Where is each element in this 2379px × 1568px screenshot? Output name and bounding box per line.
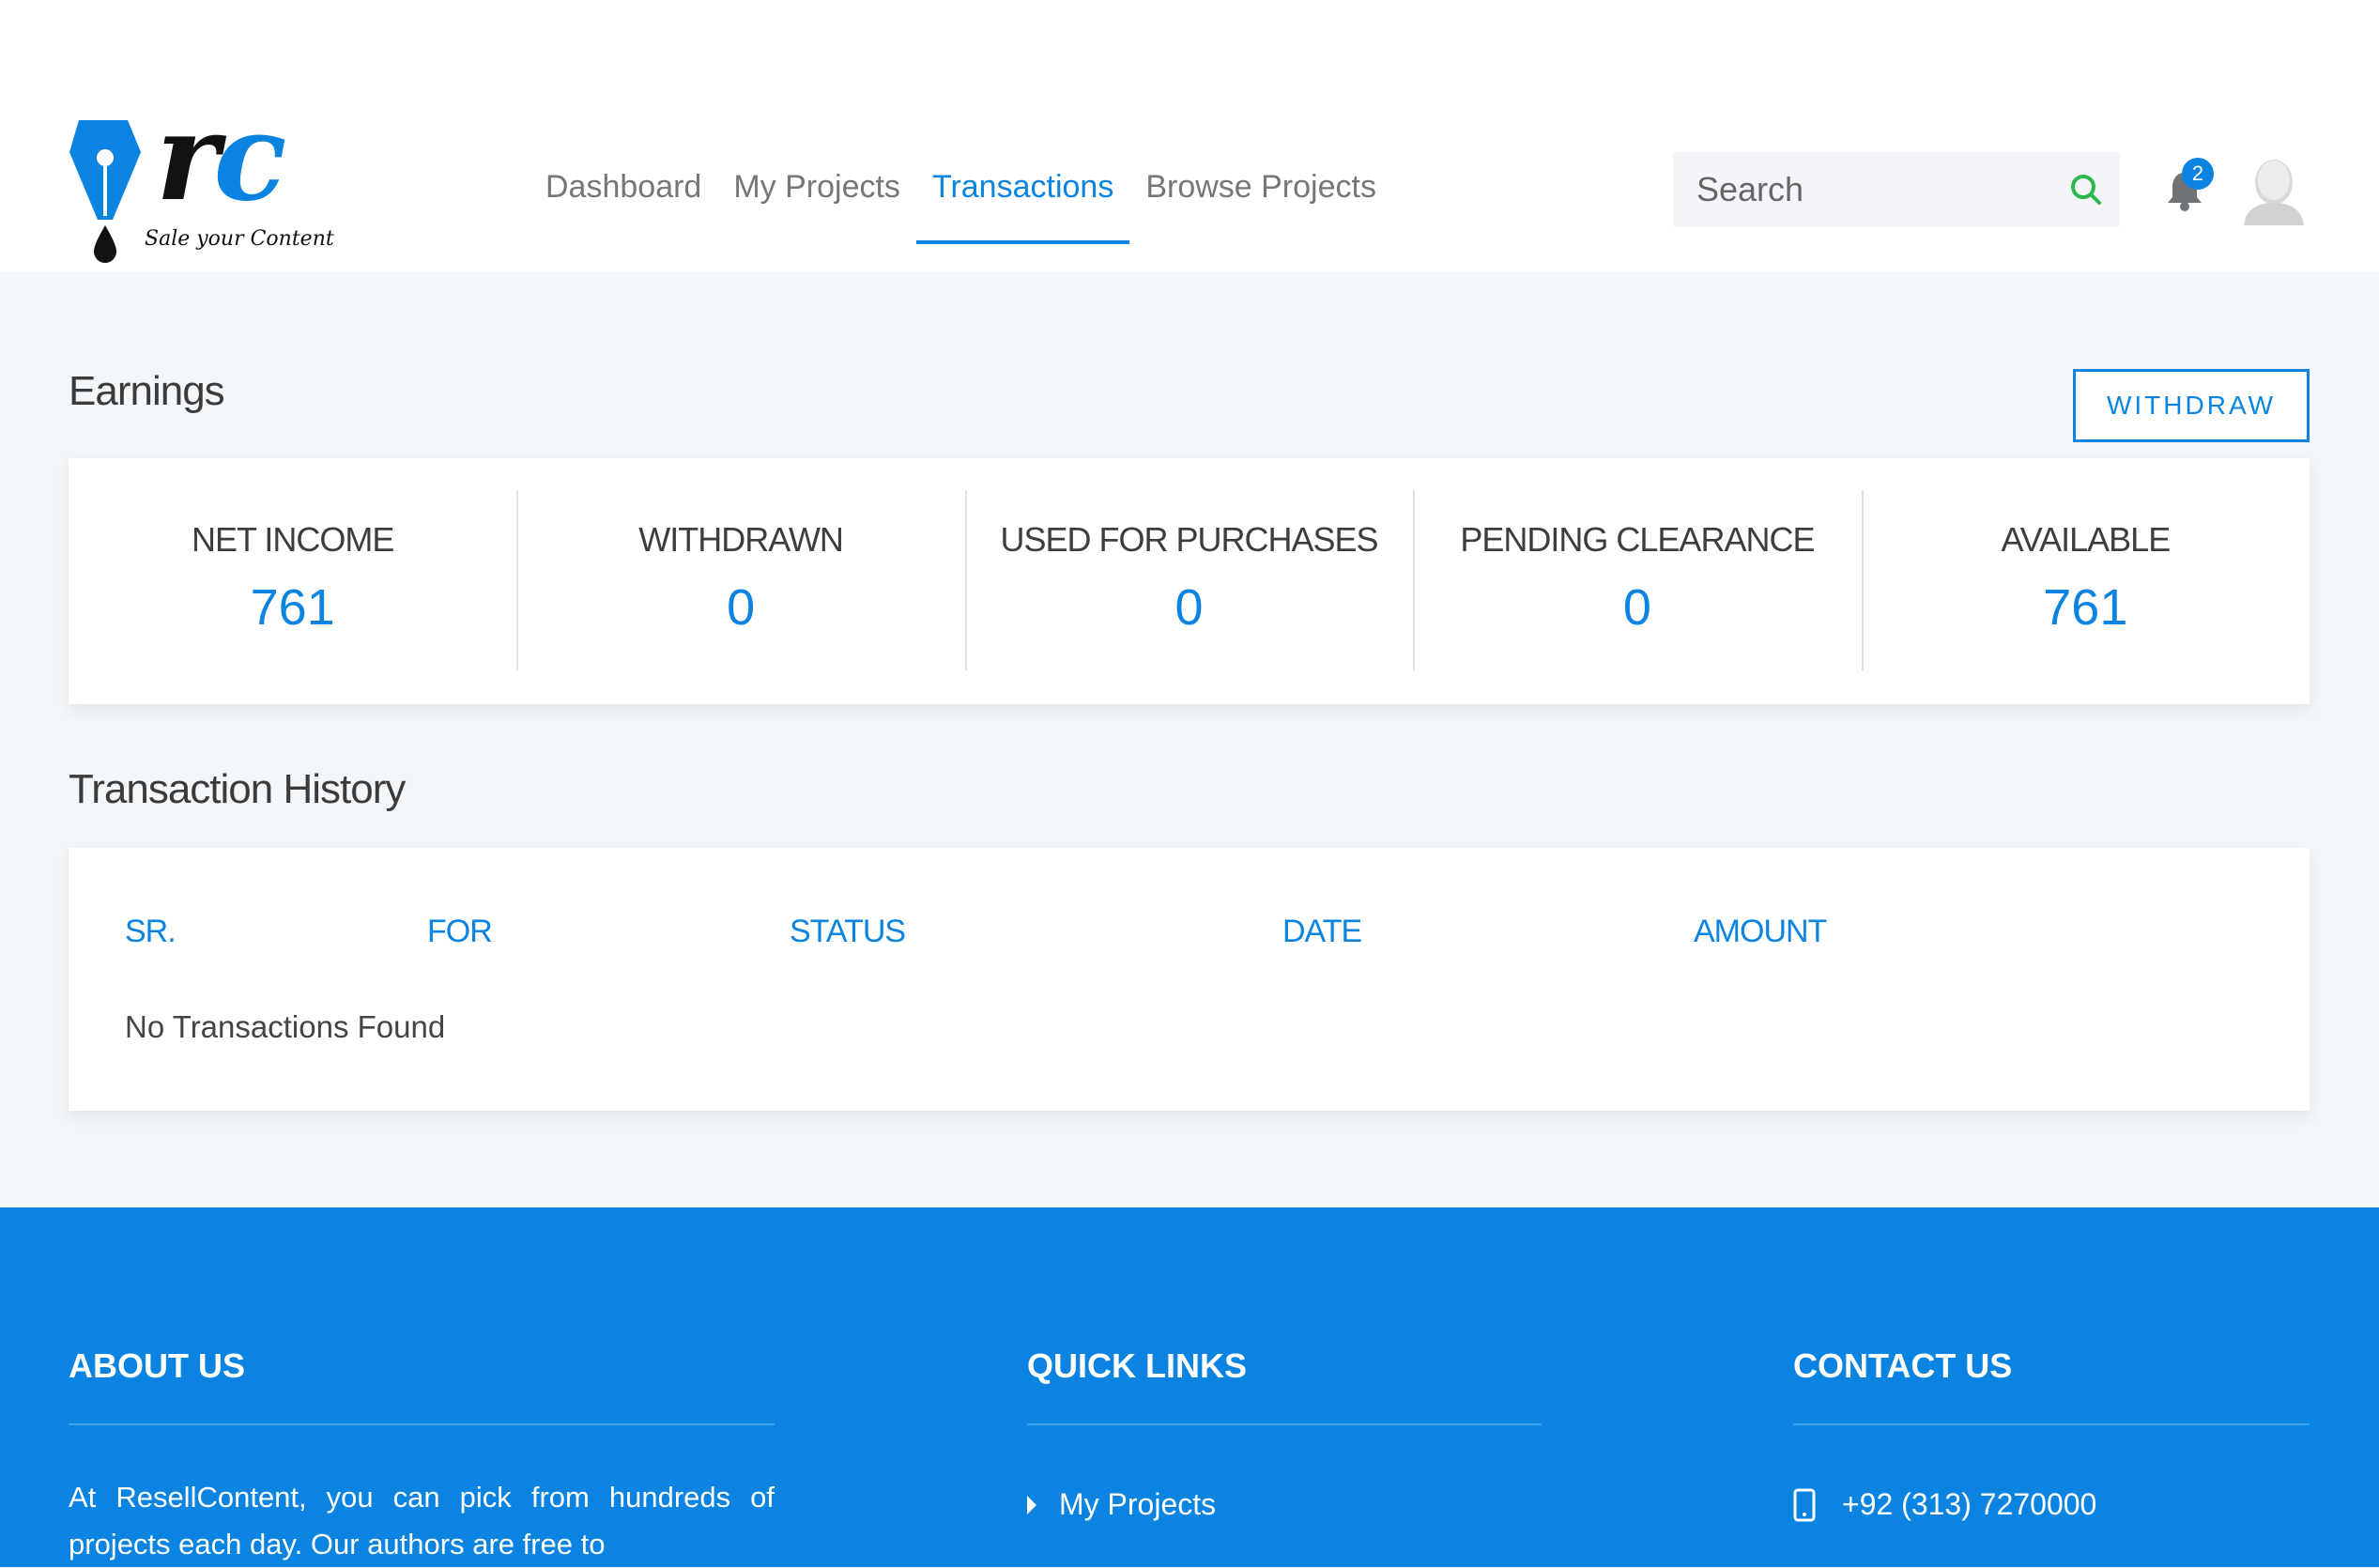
footer-divider: [1027, 1423, 1542, 1425]
footer-divider: [1793, 1423, 2310, 1425]
transaction-table: SR. FOR STATUS DATE AMOUNT No Transactio…: [69, 848, 2310, 1111]
stat-value: 0: [727, 579, 756, 636]
footer-phone[interactable]: +92 (313) 7270000: [1793, 1487, 2310, 1522]
footer-divider: [69, 1423, 775, 1425]
footer-link-my-projects[interactable]: My Projects: [1027, 1487, 1542, 1522]
stat-net-income: NET INCOME 761: [69, 458, 516, 704]
nav-transactions[interactable]: Transactions: [915, 150, 1130, 244]
column-header-for[interactable]: FOR: [427, 914, 493, 950]
stat-value: 761: [250, 579, 335, 636]
top-header: rc Sale your Content Dashboard My Projec…: [0, 0, 2379, 272]
stat-label: PENDING CLEARANCE: [1460, 520, 1815, 559]
footer-about: ABOUT US At ResellContent, you can pick …: [69, 1346, 775, 1568]
stat-pending-clearance: PENDING CLEARANCE 0: [1413, 458, 1861, 704]
logo-tagline: Sale your Content: [145, 227, 334, 251]
column-header-date[interactable]: DATE: [1282, 914, 1362, 950]
stat-used-for-purchases: USED FOR PURCHASES 0: [964, 458, 1413, 704]
nav-dashboard[interactable]: Dashboard: [530, 150, 717, 244]
nav-my-projects[interactable]: My Projects: [717, 150, 916, 244]
empty-state-text: No Transactions Found: [125, 1009, 446, 1044]
main-nav: Dashboard My Projects Transactions Brows…: [530, 150, 1392, 244]
site-logo[interactable]: rc Sale your Content: [69, 98, 334, 265]
search-box: [1673, 152, 2120, 227]
pen-nib-icon: [69, 120, 141, 263]
stat-label: USED FOR PURCHASES: [1000, 520, 1378, 559]
stat-withdrawn: WITHDRAWN 0: [516, 458, 964, 704]
stat-value: 0: [1622, 579, 1651, 636]
earnings-summary-card: NET INCOME 761 WITHDRAWN 0 USED FOR PURC…: [69, 458, 2310, 704]
site-footer: ABOUT US At ResellContent, you can pick …: [0, 1207, 2379, 1567]
footer-quick-links-title: QUICK LINKS: [1027, 1346, 1247, 1385]
stat-label: NET INCOME: [192, 520, 394, 559]
withdraw-button[interactable]: WITHDRAW: [2073, 369, 2310, 442]
footer-about-title: ABOUT US: [69, 1346, 245, 1385]
footer-quick-links: QUICK LINKS My Projects: [1027, 1346, 1542, 1522]
transaction-history-title: Transaction History: [69, 766, 406, 812]
column-header-status[interactable]: STATUS: [790, 914, 906, 950]
footer-link-label: My Projects: [1059, 1487, 1217, 1521]
column-header-sr[interactable]: SR.: [125, 914, 177, 950]
footer-phone-number: +92 (313) 7270000: [1842, 1487, 2097, 1521]
notification-badge: 2: [2182, 158, 2214, 190]
footer-contact-title: CONTACT US: [1793, 1346, 2013, 1385]
stat-value: 761: [2043, 579, 2128, 636]
avatar-icon[interactable]: [2242, 154, 2306, 225]
stat-value: 0: [1174, 579, 1204, 636]
search-input[interactable]: [1673, 152, 2049, 227]
search-icon[interactable]: [2069, 173, 2103, 207]
stat-label: WITHDRAWN: [638, 520, 844, 559]
nav-browse-projects[interactable]: Browse Projects: [1129, 150, 1392, 244]
phone-icon: [1793, 1488, 1816, 1521]
caret-right-icon: [1027, 1495, 1036, 1514]
logo-wordmark: rc: [156, 87, 286, 228]
column-header-amount[interactable]: AMOUNT: [1694, 914, 1827, 950]
footer-about-text: At ResellContent, you can pick from hund…: [69, 1481, 775, 1560]
footer-contact: CONTACT US +92 (313) 7270000: [1793, 1346, 2310, 1522]
stat-available: AVAILABLE 761: [1861, 458, 2310, 704]
stat-label: AVAILABLE: [2001, 520, 2171, 559]
earnings-title: Earnings: [69, 368, 225, 414]
